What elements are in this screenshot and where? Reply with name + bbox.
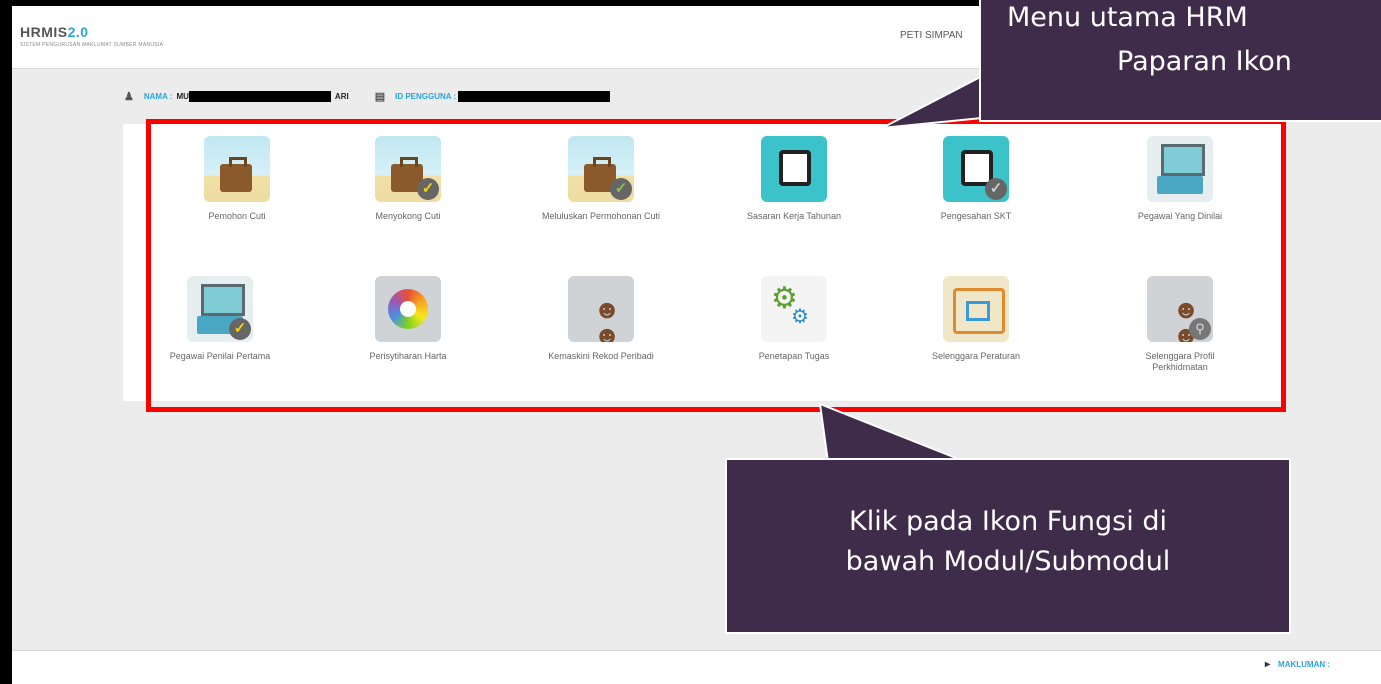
callout-klik-ikon: Klik pada Ikon Fungsi di bawah Modul/Sub… [725, 458, 1291, 634]
callout-top-line2: Paparan Ikon [1117, 46, 1292, 77]
callout-bottom-text: Klik pada Ikon Fungsi di bawah Modul/Sub… [727, 502, 1289, 582]
callout-top-line1: Menu utama HRM [1007, 2, 1248, 33]
bottom-callout-pointer [818, 402, 967, 463]
callout-menu-utama: Menu utama HRM Paparan Ikon [979, 0, 1381, 122]
callout-bottom-line1: Klik pada Ikon Fungsi di [849, 506, 1167, 537]
callout-bottom-line2: bawah Modul/Submodul [845, 546, 1171, 577]
